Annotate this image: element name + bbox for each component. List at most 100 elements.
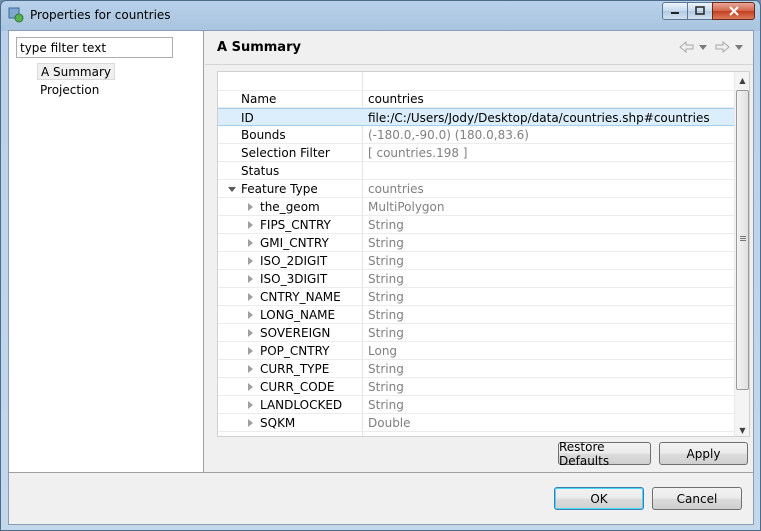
property-value: [ countries.198 ] [368,146,468,160]
dialog-client-area: A Summary Projection A Summary Name count… [8,30,754,525]
table-row[interactable]: ISO_2DIGIT String [218,252,734,270]
table-row[interactable]: FIPS_CNTRY String [218,216,734,234]
preference-tree-panel: A Summary Projection [9,31,204,472]
property-value: String [368,254,404,268]
back-arrow-icon[interactable] [679,41,695,53]
table-row[interactable]: CURR_TYPE String [218,360,734,378]
restore-defaults-button[interactable]: Restore Defaults [558,439,651,468]
property-name: POP_CNTRY [260,344,330,358]
cancel-label: Cancel [676,491,718,506]
table-row[interactable]: CNTRY_NAME String [218,288,734,306]
property-value: String [368,362,404,376]
property-name: ISO_2DIGIT [260,254,328,268]
scroll-down-icon[interactable]: ▼ [735,422,749,436]
properties-app-icon [8,7,24,23]
table-row[interactable]: SQKM Double [218,414,734,432]
vertical-scrollbar[interactable]: ▲ ▼ [734,72,749,436]
property-value: Double [368,416,411,430]
scroll-thumb[interactable] [736,90,749,390]
property-name: FIPS_CNTRY [260,218,331,232]
collapsed-arrow-icon[interactable] [248,293,253,301]
property-name: Status [241,164,280,178]
header-separator [205,64,753,65]
collapsed-arrow-icon[interactable] [248,275,253,283]
collapsed-arrow-icon[interactable] [248,203,253,211]
collapsed-arrow-icon[interactable] [248,239,253,247]
collapsed-arrow-icon[interactable] [248,383,253,391]
ok-label: OK [590,491,608,506]
property-name: SQKM [260,416,296,430]
footer-separator [9,472,753,473]
property-name: Bounds [241,128,286,142]
forward-arrow-icon[interactable] [714,41,730,53]
page-title: A Summary [217,40,301,55]
collapsed-arrow-icon[interactable] [248,347,253,355]
collapsed-arrow-icon[interactable] [248,311,253,319]
property-value: String [368,380,404,394]
nav-item-summary[interactable]: A Summary [37,63,116,80]
property-value: String [368,308,404,322]
nav-item-projection[interactable]: Projection [37,82,102,99]
restore-defaults-label: Restore Defaults [559,439,610,468]
property-value: String [368,218,404,232]
table-header-row[interactable] [218,72,734,91]
properties-dialog: Properties for countries A Summary Proje… [0,0,761,531]
table-row[interactable]: Feature Type countries [218,180,734,198]
collapsed-arrow-icon[interactable] [248,365,253,373]
table-row[interactable]: CURR_CODE String [218,378,734,396]
collapsed-arrow-icon[interactable] [248,221,253,229]
chevron-down-icon[interactable] [699,45,707,51]
property-value: (-180.0,-90.0) (180.0,83.6) [368,128,529,142]
collapsed-arrow-icon[interactable] [248,419,253,427]
minimize-icon [671,12,679,14]
property-name: Feature Type [241,182,318,196]
property-name: CNTRY_NAME [260,290,341,304]
table-row[interactable]: LONG_NAME String [218,306,734,324]
property-name: CURR_TYPE [260,362,330,376]
property-value: MultiPolygon [368,200,445,214]
table-row[interactable]: POP_CNTRY Long [218,342,734,360]
table-row[interactable]: GMI_CNTRY String [218,234,734,252]
maximize-icon [695,6,705,15]
table-row[interactable]: LANDLOCKED String [218,396,734,414]
filter-input[interactable] [16,37,173,58]
table-row[interactable]: ID file:/C:/Users/Jody/Desktop/data/count… [218,108,734,126]
table-row[interactable]: Name countries [218,90,734,108]
scroll-up-icon[interactable]: ▲ [735,72,749,88]
property-name: LONG_NAME [260,308,336,322]
table-row[interactable]: SOVEREIGN String [218,324,734,342]
close-icon [728,5,739,16]
title-bar[interactable]: Properties for countries [1,1,760,30]
collapsed-arrow-icon[interactable] [248,257,253,265]
apply-label: Apply [686,446,721,461]
property-value: file:/C:/Users/Jody/Desktop/data/countri… [368,111,710,125]
property-value: countries [368,92,424,106]
property-name: ID [241,111,254,125]
property-value: String [368,272,404,286]
property-value: String [368,326,404,340]
property-name: the_geom [260,200,320,214]
maximize-button[interactable] [687,2,713,20]
collapsed-arrow-icon[interactable] [248,401,253,409]
property-value: Long [368,344,398,358]
table-row[interactable]: Status [218,162,734,180]
ok-button[interactable]: OK [554,487,644,510]
property-name: Selection Filter [241,146,330,160]
table-row[interactable]: Selection Filter [ countries.198 ] [218,144,734,162]
apply-button[interactable]: Apply [659,442,748,465]
property-name: Name [241,92,277,106]
expanded-arrow-icon[interactable] [228,187,236,192]
view-menu-icon[interactable] [735,45,743,51]
property-value: countries [368,182,424,196]
minimize-button[interactable] [662,2,688,20]
collapsed-arrow-icon[interactable] [248,329,253,337]
cancel-button[interactable]: Cancel [652,487,742,510]
table-row[interactable]: ISO_3DIGIT String [218,270,734,288]
close-button[interactable] [712,2,755,20]
property-value: String [368,398,404,412]
property-value: String [368,290,404,304]
window-title: Properties for countries [30,8,171,22]
table-row[interactable]: Bounds (-180.0,-90.0) (180.0,83.6) [218,126,734,144]
properties-table: Name countries ID file:/C:/Users/Jody/Deskt… [217,71,750,437]
table-row[interactable]: the_geom MultiPolygon [218,198,734,216]
